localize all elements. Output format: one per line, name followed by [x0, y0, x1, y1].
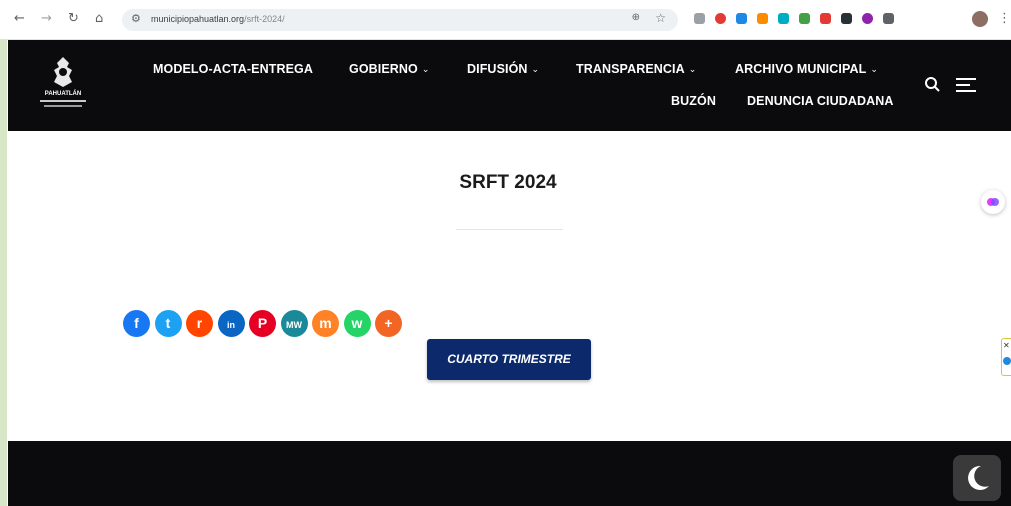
nav-denuncia-ciudadana[interactable]: DENUNCIA CIUDADANA — [747, 94, 893, 108]
mix-icon: m — [319, 315, 332, 331]
share-whatsapp-button[interactable]: w — [343, 310, 371, 337]
reload-button[interactable]: ↻ — [68, 11, 79, 27]
whatsapp-icon: w — [351, 315, 363, 331]
site-logo[interactable]: PAHUATLÁN — [36, 54, 90, 116]
nav-label: GOBIERNO — [349, 62, 418, 76]
nav-label: ARCHIVO MUNICIPAL — [735, 62, 867, 76]
nav-label: DENUNCIA CIUDADANA — [747, 94, 894, 108]
bookmark-star-icon[interactable]: ☆ — [655, 11, 666, 25]
nav-buzon[interactable]: BUZÓN — [671, 94, 716, 108]
floating-extension-button[interactable] — [981, 190, 1005, 214]
twitter-icon: t — [165, 315, 171, 331]
site-header: PAHUATLÁN MODELO-ACTA-ENTREGA GOBIERNO ⌄ … — [8, 40, 1011, 131]
browser-toolbar: ← → ↻ ⌂ ⚙ municipiopahuatlan.org/srft-20… — [0, 0, 1011, 40]
photo-extension-icon[interactable] — [841, 13, 852, 24]
share-twitter-button[interactable]: t — [154, 310, 182, 337]
cuarto-trimestre-button[interactable]: CUARTO TRIMESTRE — [427, 339, 591, 380]
chevron-down-icon: ⌄ — [870, 64, 878, 74]
title-divider — [456, 229, 563, 230]
close-icon[interactable]: ✕ — [1003, 341, 1010, 350]
nav-difusion[interactable]: DIFUSIÓN ⌄ — [467, 62, 539, 76]
url-path: /srft-2024/ — [244, 14, 285, 24]
logo-text: PAHUATLÁN — [44, 91, 82, 97]
grid-extension-icon[interactable] — [736, 13, 747, 24]
address-bar[interactable]: ⚙ municipiopahuatlan.org/srft-2024/ ⊕ ☆ — [122, 9, 678, 31]
side-widget[interactable]: ✕ — [1001, 338, 1011, 376]
assistant-icon — [987, 198, 999, 206]
play-extension-icon[interactable] — [694, 13, 705, 24]
back-button[interactable]: ← — [14, 11, 25, 27]
window-edge — [0, 40, 7, 506]
hamburger-menu-icon[interactable] — [956, 78, 976, 92]
more-vert-icon[interactable]: ⋮ — [998, 11, 1011, 26]
share-pinterest-button[interactable]: P — [249, 310, 276, 337]
doc-extension-icon[interactable] — [799, 13, 810, 24]
site-info-icon[interactable]: ⚙ — [131, 12, 141, 25]
accessibility-icon[interactable] — [1003, 357, 1011, 365]
share-reddit-button[interactable]: r — [186, 310, 213, 337]
share-mewe-button[interactable]: MW — [280, 310, 308, 337]
mewe-icon: MW — [286, 320, 302, 330]
url-text[interactable]: municipiopahuatlan.org/srft-2024/ — [151, 14, 285, 24]
nav-label: MODELO-ACTA-ENTREGA — [153, 62, 313, 76]
dark-mode-toggle[interactable] — [953, 455, 1001, 501]
forward-button[interactable]: → — [41, 11, 52, 27]
nav-label: TRANSPARENCIA — [576, 62, 685, 76]
nav-transparencia[interactable]: TRANSPARENCIA ⌄ — [576, 62, 696, 76]
chevron-down-icon: ⌄ — [688, 64, 697, 74]
avatar[interactable] — [972, 11, 988, 27]
puzzle-extension-icon[interactable] — [883, 13, 894, 24]
share-linkedin-button[interactable]: in — [217, 310, 245, 337]
search-icon[interactable] — [924, 76, 940, 92]
nav-gobierno[interactable]: GOBIERNO ⌄ — [349, 62, 430, 76]
site-footer — [8, 441, 1011, 506]
moon-icon — [968, 465, 989, 490]
facebook-icon: f — [134, 315, 139, 331]
nav-label: BUZÓN — [671, 94, 716, 108]
chevron-down-icon: ⌄ — [421, 64, 430, 74]
reddit-icon: r — [196, 315, 203, 331]
zoom-icon[interactable]: ⊕ — [632, 12, 640, 23]
stack-extension-icon[interactable] — [757, 13, 768, 24]
cloud-extension-icon[interactable] — [778, 13, 789, 24]
logo-subline-2 — [44, 105, 82, 107]
nav-modelo-acta-entrega[interactable]: MODELO-ACTA-ENTREGA — [153, 62, 313, 76]
share-facebook-button[interactable]: f — [123, 310, 150, 337]
record-extension-icon[interactable] — [715, 13, 726, 24]
url-host: municipiopahuatlan.org — [151, 14, 245, 24]
tampermonkey-extension-icon[interactable] — [820, 13, 831, 24]
share-more-button[interactable]: + — [375, 310, 402, 337]
purple-extension-icon[interactable] — [862, 13, 873, 24]
pinterest-icon: P — [257, 315, 268, 331]
logo-emblem-icon — [54, 57, 72, 87]
page: ← → ↻ ⌂ ⚙ municipiopahuatlan.org/srft-20… — [0, 0, 1011, 506]
nav-archivo-municipal[interactable]: ARCHIVO MUNICIPAL ⌄ — [735, 62, 878, 76]
nav-label: DIFUSIÓN — [467, 62, 528, 76]
linkedin-icon: in — [227, 320, 235, 330]
share-mix-button[interactable]: m — [312, 310, 339, 337]
logo-subline — [40, 100, 86, 102]
page-title: SRFT 2024 — [459, 172, 557, 193]
home-button[interactable]: ⌂ — [95, 11, 103, 27]
chevron-down-icon: ⌄ — [531, 64, 540, 74]
plus-icon: + — [384, 315, 393, 331]
